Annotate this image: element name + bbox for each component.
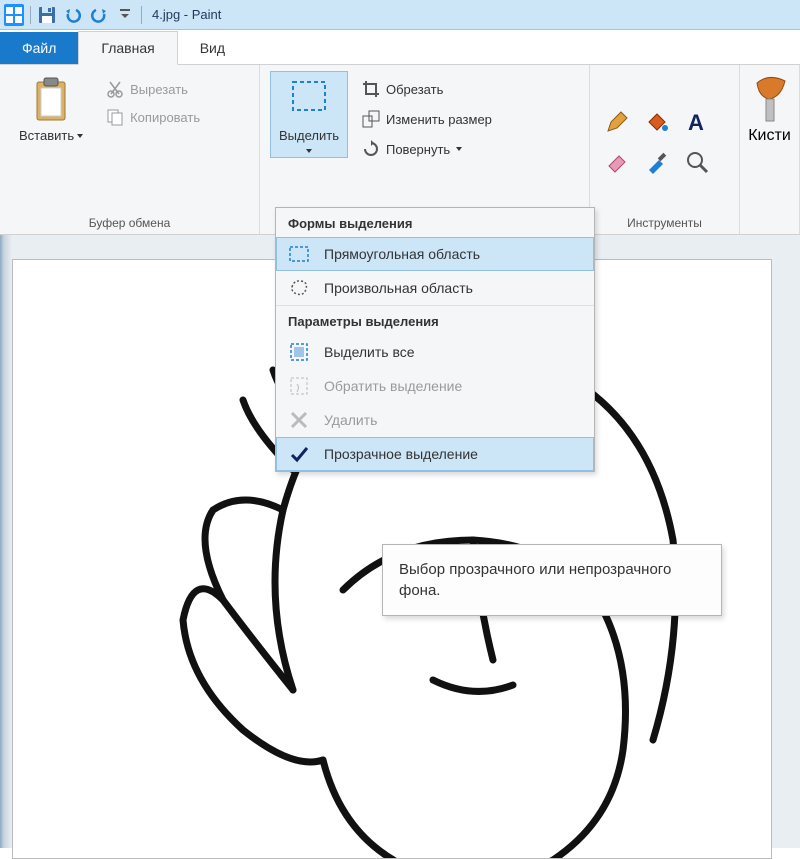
dropdown-header-shapes: Формы выделения [276, 208, 594, 237]
delete-icon [288, 409, 310, 431]
select-freeform-label: Произвольная область [324, 280, 473, 296]
select-rectangular[interactable]: Прямоугольная область [276, 237, 594, 271]
group-clipboard-label: Буфер обмена [10, 212, 249, 232]
transparent-selection[interactable]: Прозрачное выделение [276, 437, 594, 471]
select-all-label: Выделить все [324, 344, 415, 360]
checkmark-icon [288, 443, 310, 465]
chevron-down-icon [77, 134, 83, 138]
delete-selection: Удалить [276, 403, 594, 437]
select-dropdown: Формы выделения Прямоугольная область Пр… [275, 207, 595, 472]
invert-selection-icon [288, 375, 310, 397]
paste-button[interactable]: Вставить [10, 71, 92, 148]
save-icon[interactable] [37, 5, 57, 25]
pencil-tool[interactable] [600, 105, 634, 139]
svg-text:A: A [688, 110, 704, 134]
chevron-down-icon [306, 149, 312, 153]
tab-file[interactable]: Файл [0, 32, 78, 64]
tab-view[interactable]: Вид [178, 32, 247, 64]
rotate-label: Повернуть [386, 142, 450, 157]
group-brushes: Кисти [740, 65, 800, 234]
delete-selection-label: Удалить [324, 412, 377, 428]
select-all[interactable]: Выделить все [276, 335, 594, 369]
eraser-tool[interactable] [600, 145, 634, 179]
group-clipboard: Вставить Вырезать Копировать Буфер обмен… [0, 65, 260, 234]
fill-tool[interactable] [640, 105, 674, 139]
group-tools: A Инструменты [590, 65, 740, 234]
undo-icon[interactable] [63, 5, 83, 25]
brushes-button[interactable]: Кисти [750, 71, 789, 149]
cut-label: Вырезать [130, 82, 188, 97]
tooltip: Выбор прозрачного или непрозрачного фона… [382, 544, 722, 616]
chevron-down-icon [456, 147, 462, 151]
resize-button[interactable]: Изменить размер [358, 107, 496, 131]
invert-selection: Обратить выделение [276, 369, 594, 403]
select-freeform[interactable]: Произвольная область [276, 271, 594, 305]
cut-button[interactable]: Вырезать [102, 77, 204, 101]
dropdown-header-options: Параметры выделения [276, 305, 594, 335]
invert-selection-label: Обратить выделение [324, 378, 462, 394]
select-button[interactable]: Выделить [270, 71, 348, 158]
color-picker-tool[interactable] [640, 145, 674, 179]
window-menu-icon[interactable] [4, 5, 24, 25]
title-bar: 4.jpg - Paint [0, 0, 800, 30]
crop-label: Обрезать [386, 82, 443, 97]
text-tool[interactable]: A [680, 105, 714, 139]
paste-label: Вставить [19, 128, 74, 143]
select-label: Выделить [279, 128, 339, 143]
tab-home[interactable]: Главная [78, 31, 177, 65]
quick-access-toolbar [4, 5, 142, 25]
rectangle-select-icon [288, 243, 310, 265]
brushes-label: Кисти [748, 127, 791, 144]
freeform-select-icon [288, 277, 310, 299]
crop-button[interactable]: Обрезать [358, 77, 496, 101]
window-title: 4.jpg - Paint [152, 7, 221, 22]
transparent-selection-label: Прозрачное выделение [324, 446, 478, 462]
select-rectangular-label: Прямоугольная область [324, 246, 480, 262]
customize-qat-icon[interactable] [115, 5, 135, 25]
rotate-button[interactable]: Повернуть [358, 137, 496, 161]
tab-strip: Файл Главная Вид [0, 30, 800, 65]
copy-label: Копировать [130, 110, 200, 125]
select-all-icon [288, 341, 310, 363]
group-tools-label: Инструменты [600, 212, 729, 232]
copy-button[interactable]: Копировать [102, 105, 204, 129]
redo-icon[interactable] [89, 5, 109, 25]
tooltip-text: Выбор прозрачного или непрозрачного фона… [399, 561, 671, 599]
magnifier-tool[interactable] [680, 145, 714, 179]
resize-label: Изменить размер [386, 112, 492, 127]
